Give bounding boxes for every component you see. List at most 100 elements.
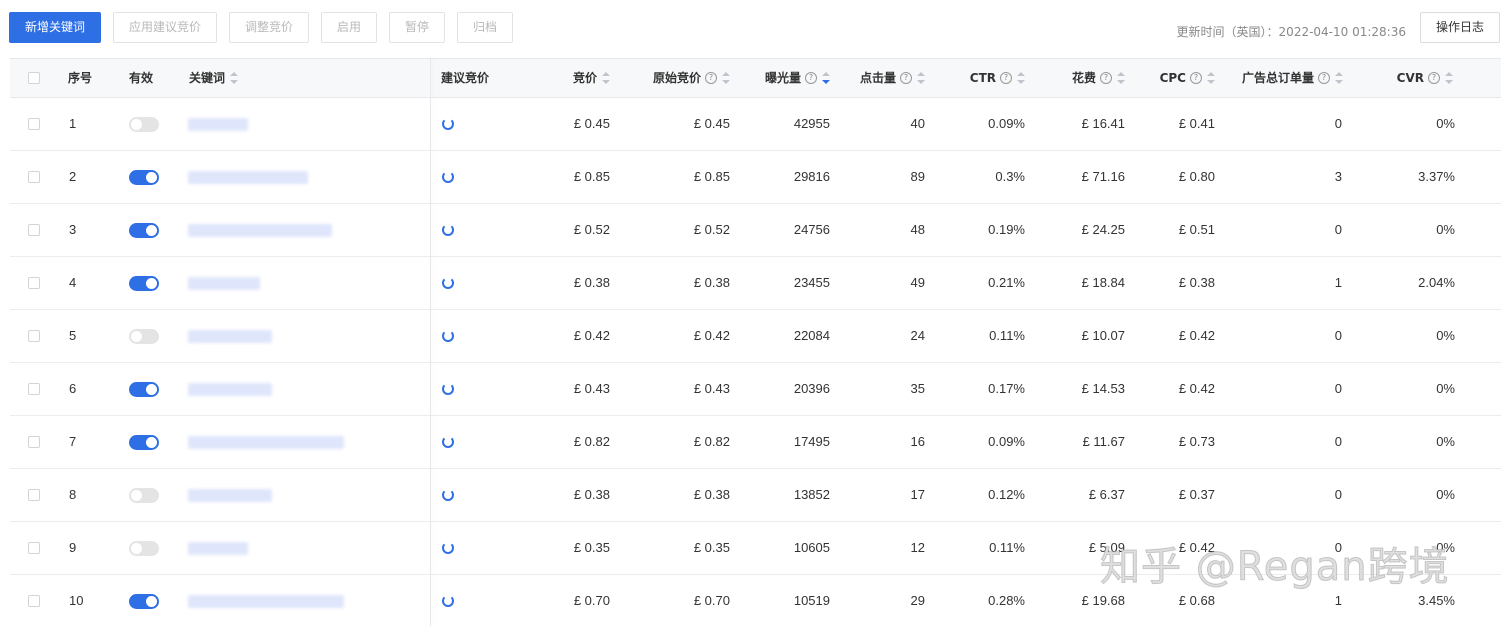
table-row[interactable]: 7 £ 0.82 £ 0.82 17495 16 0.09% £ 11.67 £ 0.73 0 0…: [10, 416, 1501, 469]
table-row[interactable]: 2 £ 0.85 £ 0.85 29816 89 0.3% £ 71.16 £ 0.80 3 3.…: [10, 151, 1501, 204]
cpc-value: £ 0.38: [1178, 275, 1215, 290]
pause-button[interactable]: 暂停: [389, 12, 445, 43]
table-row[interactable]: 10 £ 0.70 £ 0.70 10519 29 0.28% £ 19.68 £ 0.68 1…: [10, 575, 1501, 626]
row-checkbox[interactable]: [28, 171, 40, 183]
header-cpc[interactable]: CPC?: [1115, 59, 1215, 97]
bid-value[interactable]: £ 0.82: [510, 416, 610, 468]
refresh-icon[interactable]: [442, 224, 454, 236]
row-checkbox[interactable]: [28, 118, 40, 130]
sort-icon[interactable]: [1445, 71, 1453, 84]
help-icon[interactable]: ?: [1428, 71, 1440, 84]
help-icon[interactable]: ?: [1190, 71, 1202, 84]
active-toggle[interactable]: [129, 594, 159, 609]
keyword-text-redacted[interactable]: [188, 383, 272, 396]
header-impressions[interactable]: 曝光量?: [730, 59, 830, 97]
help-icon[interactable]: ?: [900, 71, 912, 84]
operation-log-button[interactable]: 操作日志: [1420, 12, 1500, 43]
table-row[interactable]: 8 £ 0.38 £ 0.38 13852 17 0.12% £ 6.37 £ 0.37 0 0%: [10, 469, 1501, 522]
active-toggle[interactable]: [129, 382, 159, 397]
table-row[interactable]: 9 £ 0.35 £ 0.35 10605 12 0.11% £ 5.09 £ 0.42 0 0%: [10, 522, 1501, 575]
keyword-text-redacted[interactable]: [188, 330, 272, 343]
table-row[interactable]: 3 £ 0.52 £ 0.52 24756 48 0.19% £ 24.25 £ 0.51 0 0…: [10, 204, 1501, 257]
help-icon[interactable]: ?: [1000, 71, 1012, 84]
refresh-icon[interactable]: [442, 436, 454, 448]
table-row[interactable]: 1 £ 0.45 £ 0.45 42955 40 0.09% £ 16.41 £ 0.41 0 0…: [10, 98, 1501, 151]
active-toggle[interactable]: [129, 117, 159, 132]
keyword-text-redacted[interactable]: [188, 277, 260, 290]
header-bid[interactable]: 竞价: [510, 59, 610, 97]
bid-value[interactable]: £ 0.38: [510, 469, 610, 521]
refresh-icon[interactable]: [442, 542, 454, 554]
header-clicks[interactable]: 点击量?: [825, 59, 925, 97]
header-spend[interactable]: 花费?: [1025, 59, 1125, 97]
bid-value[interactable]: £ 0.38: [510, 257, 610, 309]
active-toggle[interactable]: [129, 435, 159, 450]
help-icon[interactable]: ?: [805, 71, 817, 84]
refresh-icon[interactable]: [442, 118, 454, 130]
refresh-icon[interactable]: [442, 489, 454, 501]
apply-suggested-bid-button[interactable]: 应用建议竞价: [113, 12, 217, 43]
sort-icon[interactable]: [230, 71, 239, 84]
keyword-text-redacted[interactable]: [188, 436, 344, 449]
header-original-bid[interactable]: 原始竞价?: [620, 59, 730, 97]
active-toggle[interactable]: [129, 276, 159, 291]
header-active: 有效: [129, 71, 154, 85]
bid-value[interactable]: £ 0.42: [510, 310, 610, 362]
row-checkbox[interactable]: [28, 595, 40, 607]
sort-icon[interactable]: [722, 71, 730, 84]
help-icon[interactable]: ?: [1318, 71, 1330, 84]
row-checkbox[interactable]: [28, 277, 40, 289]
sort-icon[interactable]: [917, 71, 925, 84]
active-toggle[interactable]: [129, 329, 159, 344]
sort-icon[interactable]: [1335, 71, 1343, 84]
row-checkbox[interactable]: [28, 489, 40, 501]
row-checkbox[interactable]: [28, 224, 40, 236]
impressions-value: 42955: [793, 116, 830, 131]
help-icon[interactable]: ?: [705, 71, 717, 84]
refresh-icon[interactable]: [442, 330, 454, 342]
sort-icon[interactable]: [602, 71, 610, 84]
archive-button[interactable]: 归档: [457, 12, 513, 43]
table-row[interactable]: 4 £ 0.38 £ 0.38 23455 49 0.21% £ 18.84 £ 0.38 1 2…: [10, 257, 1501, 310]
bid-value[interactable]: £ 0.43: [510, 363, 610, 415]
refresh-icon[interactable]: [442, 171, 454, 183]
active-toggle[interactable]: [129, 541, 159, 556]
help-icon[interactable]: ?: [1100, 71, 1112, 84]
keyword-text-redacted[interactable]: [188, 542, 248, 555]
select-all-checkbox[interactable]: [28, 72, 40, 84]
ctr-value: 0.11%: [989, 540, 1025, 555]
refresh-icon[interactable]: [442, 595, 454, 607]
active-toggle[interactable]: [129, 488, 159, 503]
bid-value[interactable]: £ 0.85: [510, 151, 610, 203]
header-cvr[interactable]: CVR?: [1353, 59, 1453, 97]
row-index: 6: [69, 381, 77, 396]
table-row[interactable]: 6 £ 0.43 £ 0.43 20396 35 0.17% £ 14.53 £ 0.42 0 0…: [10, 363, 1501, 416]
header-total-orders[interactable]: 广告总订单量?: [1215, 59, 1343, 97]
sort-icon[interactable]: [1017, 71, 1025, 84]
adjust-bid-button[interactable]: 调整竞价: [229, 12, 309, 43]
bid-value[interactable]: £ 0.45: [510, 98, 610, 150]
sort-icon[interactable]: [1207, 71, 1215, 84]
add-keyword-button[interactable]: 新增关键词: [9, 12, 101, 43]
row-checkbox[interactable]: [28, 436, 40, 448]
active-toggle[interactable]: [129, 223, 159, 238]
active-toggle[interactable]: [129, 170, 159, 185]
row-checkbox[interactable]: [28, 542, 40, 554]
keyword-text-redacted[interactable]: [188, 118, 248, 131]
enable-button[interactable]: 启用: [321, 12, 377, 43]
keyword-text-redacted[interactable]: [188, 224, 332, 237]
row-checkbox[interactable]: [28, 330, 40, 342]
bid-value[interactable]: £ 0.70: [510, 575, 610, 626]
refresh-icon[interactable]: [442, 277, 454, 289]
bid-value[interactable]: £ 0.52: [510, 204, 610, 256]
header-keyword[interactable]: 关键词: [189, 59, 239, 97]
keyword-text-redacted[interactable]: [188, 595, 344, 608]
spend-value: £ 14.53: [1081, 381, 1125, 396]
keyword-text-redacted[interactable]: [188, 489, 272, 502]
table-row[interactable]: 5 £ 0.42 £ 0.42 22084 24 0.11% £ 10.07 £ 0.42 0 0…: [10, 310, 1501, 363]
header-ctr[interactable]: CTR?: [925, 59, 1025, 97]
keyword-text-redacted[interactable]: [188, 171, 308, 184]
refresh-icon[interactable]: [442, 383, 454, 395]
row-checkbox[interactable]: [28, 383, 40, 395]
bid-value[interactable]: £ 0.35: [510, 522, 610, 574]
